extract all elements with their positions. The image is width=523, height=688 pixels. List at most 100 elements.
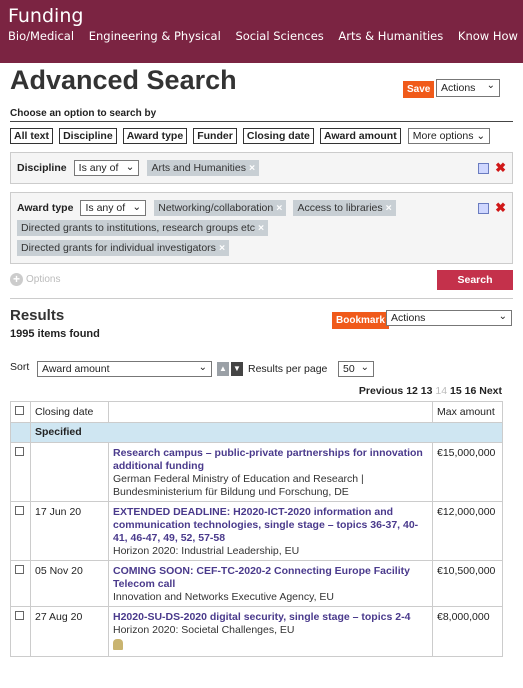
results-per-page-label: Results per page [248,363,328,375]
row-date [30,442,109,502]
pager-page-16[interactable]: 16 [465,385,477,397]
search-button[interactable]: Search [437,270,513,290]
actions-dropdown-label: Actions [441,82,476,94]
sort-row: Sort Award amount ⌄ ▲ ▼ Results per page… [10,361,523,379]
row-title-link[interactable]: H2020-SU-DS-2020 digital security, singl… [113,611,428,624]
sort-dropdown[interactable]: Award amount ⌄ [37,361,212,377]
tag-row: Directed grants for individual investiga… [17,240,506,256]
save-button[interactable]: Save [403,81,435,98]
select-all-cell [10,401,31,423]
delete-icon[interactable]: ✖ [495,200,506,215]
tag-access-to-libraries: Access to libraries × [293,200,396,216]
plus-icon: + [10,273,23,286]
row-checkbox[interactable] [15,447,24,456]
nav-item-social-sciences[interactable]: Social Sciences [235,29,323,43]
options-link[interactable]: + Options [10,273,60,286]
pager-previous-link[interactable]: Previous [359,385,403,397]
results-title: Results [10,307,65,324]
row-title-link[interactable]: Research campus – public-private partner… [113,447,428,473]
sort-value: Award amount [42,363,110,375]
bookmark-button[interactable]: Bookmark [332,312,389,329]
pager-page-15[interactable]: 15 [450,385,462,397]
row-checkbox[interactable] [15,565,24,574]
page-title: Advanced Search [10,65,237,95]
row-details: COMING SOON: CEF-TC-2020-2 Connecting Eu… [108,560,433,607]
pager-page-13[interactable]: 13 [421,385,433,397]
options-label: Options [26,274,61,286]
divider [10,121,513,122]
remove-tag-icon[interactable]: × [386,202,392,214]
title-bar: Advanced Search Save Actions ⌄ [0,63,523,103]
operator-dropdown[interactable]: Is any of ⌄ [80,200,147,216]
filter-all-text-button[interactable]: All text [10,128,54,144]
row-title-link[interactable]: EXTENDED DEADLINE: H2020-ICT-2020 inform… [113,506,428,545]
options-row: + Options Search [10,267,513,295]
site-brand[interactable]: Funding [8,5,515,27]
chevron-down-icon: ⌄ [132,201,142,213]
remove-tag-icon[interactable]: × [258,222,264,234]
row-details: Research campus – public-private partner… [108,442,433,502]
remove-tag-icon[interactable]: × [249,162,255,174]
column-header-title [108,401,433,423]
column-header-closing-date[interactable]: Closing date [30,401,109,423]
row-funder: Horizon 2020: Industrial Leadership, EU [113,545,300,557]
criterion-discipline: Discipline Is any of ⌄ Arts and Humaniti… [10,152,513,184]
filter-closing-date-button[interactable]: Closing date [242,128,314,144]
row-checkbox-cell [10,501,31,561]
items-found-count: 1995 items found [10,328,100,340]
row-date: 17 Jun 20 [30,501,109,561]
filter-buttons: All text Discipline Award type Funder Cl… [10,128,523,144]
section-label: Specified [30,422,503,443]
nav-item-know-how[interactable]: Know How [458,29,518,43]
filter-discipline-button[interactable]: Discipline [59,128,117,144]
results-actions-dropdown[interactable]: Actions ⌄ [386,310,512,326]
results-table: Closing date Max amount Specified Resear… [10,401,503,657]
tag-label: Networking/collaboration [158,202,274,214]
operator-dropdown[interactable]: Is any of ⌄ [73,160,140,176]
filter-funder-button[interactable]: Funder [193,128,237,144]
sort-ascending-icon[interactable]: ▲ [217,362,229,376]
pager-next-link[interactable]: Next [479,385,502,397]
chevron-down-icon: ⌄ [125,161,135,173]
filter-award-amount-button[interactable]: Award amount [319,128,401,144]
tag-directed-grants-institutions: Directed grants to institutions, researc… [17,220,269,236]
chevron-down-icon: ⌄ [198,362,207,373]
filter-award-type-button[interactable]: Award type [122,128,188,144]
results-actions-label: Actions [391,312,426,324]
bell-icon [113,639,123,650]
remove-tag-icon[interactable]: × [219,242,225,254]
table-row: Research campus – public-private partner… [10,442,503,502]
row-details: EXTENDED DEADLINE: H2020-ICT-2020 inform… [108,501,433,561]
row-title-link[interactable]: COMING SOON: CEF-TC-2020-2 Connecting Eu… [113,565,428,591]
delete-icon[interactable]: ✖ [495,160,506,175]
nav-item-bio-medical[interactable]: Bio/Medical [8,29,74,43]
more-options-dropdown[interactable]: More options ⌄ [407,128,491,144]
nav-item-engineering[interactable]: Engineering & Physical [89,29,221,43]
row-checkbox-cell [10,442,31,502]
tag-label: Directed grants to institutions, researc… [21,222,256,234]
sort-descending-icon[interactable]: ▼ [231,362,243,376]
row-checkbox[interactable] [15,506,24,515]
section-row: Specified [10,422,503,443]
table-header-row: Closing date Max amount [10,401,503,423]
row-checkbox[interactable] [15,611,24,620]
results-header: Results 1995 items found Bookmark Action… [10,307,513,351]
edit-icon[interactable] [478,202,490,214]
row-amount: €10,500,000 [432,560,503,607]
nav-item-arts-humanities[interactable]: Arts & Humanities [338,29,443,43]
table-row: 17 Jun 20 EXTENDED DEADLINE: H2020-ICT-2… [10,501,503,561]
chevron-down-icon: ⌄ [360,362,369,373]
row-amount: €15,000,000 [432,442,503,502]
pager-page-12[interactable]: 12 [406,385,418,397]
row-date: 27 Aug 20 [30,606,109,657]
row-funder: German Federal Ministry of Education and… [113,473,364,498]
row-date: 05 Nov 20 [30,560,109,607]
edit-icon[interactable] [478,162,490,174]
actions-dropdown[interactable]: Actions ⌄ [436,79,500,97]
column-header-max-amount[interactable]: Max amount [432,401,503,423]
tag-label: Arts and Humanities [151,162,246,174]
row-amount: €12,000,000 [432,501,503,561]
select-all-checkbox[interactable] [15,406,24,415]
remove-tag-icon[interactable]: × [276,202,282,214]
results-per-page-dropdown[interactable]: 50 ⌄ [338,361,374,377]
